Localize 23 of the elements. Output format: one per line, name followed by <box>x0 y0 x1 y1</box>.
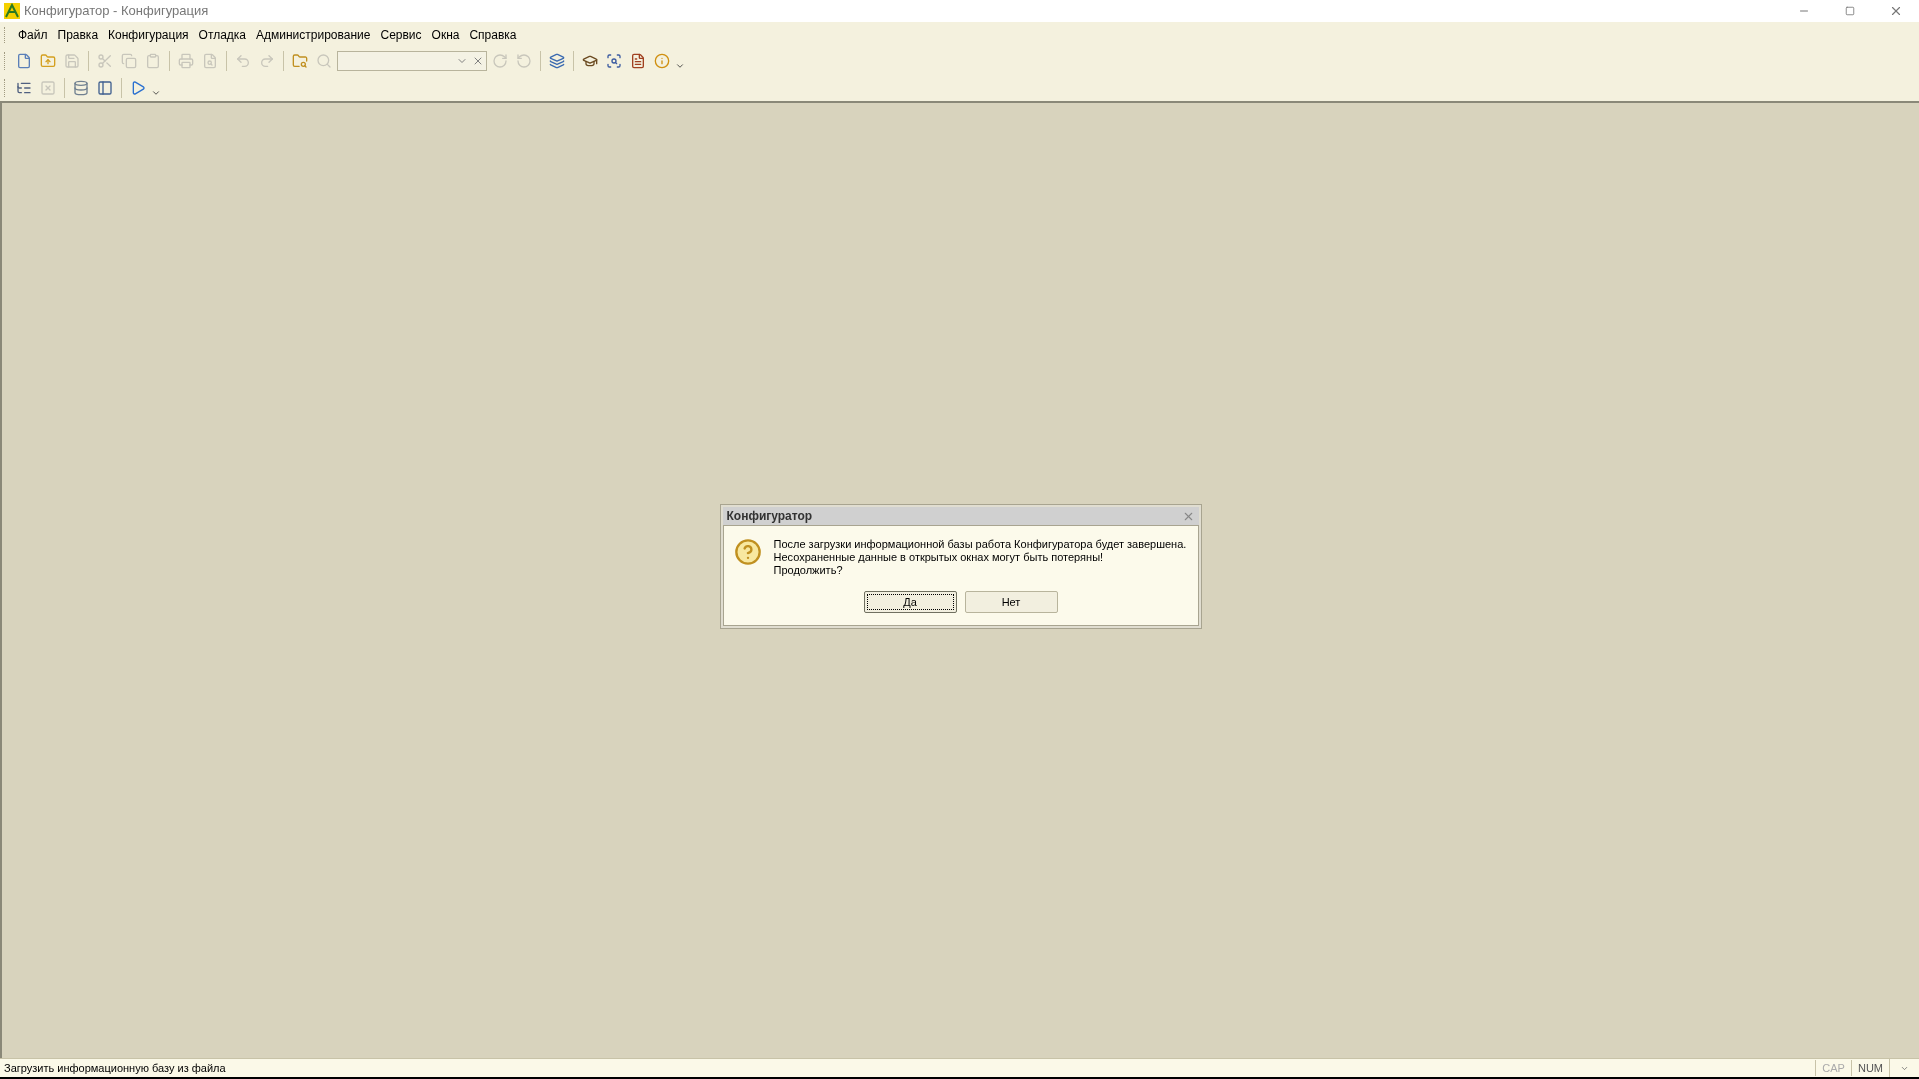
dialog-message: Несохраненные данные в открытых окнах могут быть потеряны! <box>773 551 1105 564</box>
dialog-button[interactable]: Нет <box>964 591 1058 613</box>
menu-item[interactable]: Администрирование <box>251 25 376 44</box>
dialog-button[interactable]: Да <box>863 591 957 613</box>
menu-item[interactable]: Окна <box>426 25 465 44</box>
menu-item[interactable]: Правка <box>52 25 104 44</box>
toolbar-grip[interactable] <box>4 51 7 70</box>
status-indicator: CAP <box>1815 1059 1851 1077</box>
search-combo-field[interactable] <box>337 50 487 71</box>
menu-item[interactable]: Конфигурация <box>103 25 194 44</box>
menu-item[interactable]: Справка <box>464 25 522 44</box>
menu-item[interactable]: Отладка <box>193 25 252 44</box>
dialog-message: Продолжить? <box>773 564 844 577</box>
status-indicator: NUM <box>1850 1059 1889 1077</box>
dialog-title: Конфигуратор <box>726 508 814 525</box>
menu-item[interactable]: Сервис <box>375 25 427 44</box>
window-title: Конфигуратор - Конфигурация <box>24 2 209 21</box>
status-text: Загрузить информационную базу из файла <box>3 1060 227 1076</box>
app-logo-icon <box>4 3 20 19</box>
menu-item[interactable]: Файл <box>13 25 53 44</box>
toolbar-grip[interactable] <box>4 78 7 97</box>
question-icon <box>733 538 762 566</box>
dialog-message: После загрузки информационной базы работа Конфигуратора будет завершена. <box>773 538 1187 551</box>
